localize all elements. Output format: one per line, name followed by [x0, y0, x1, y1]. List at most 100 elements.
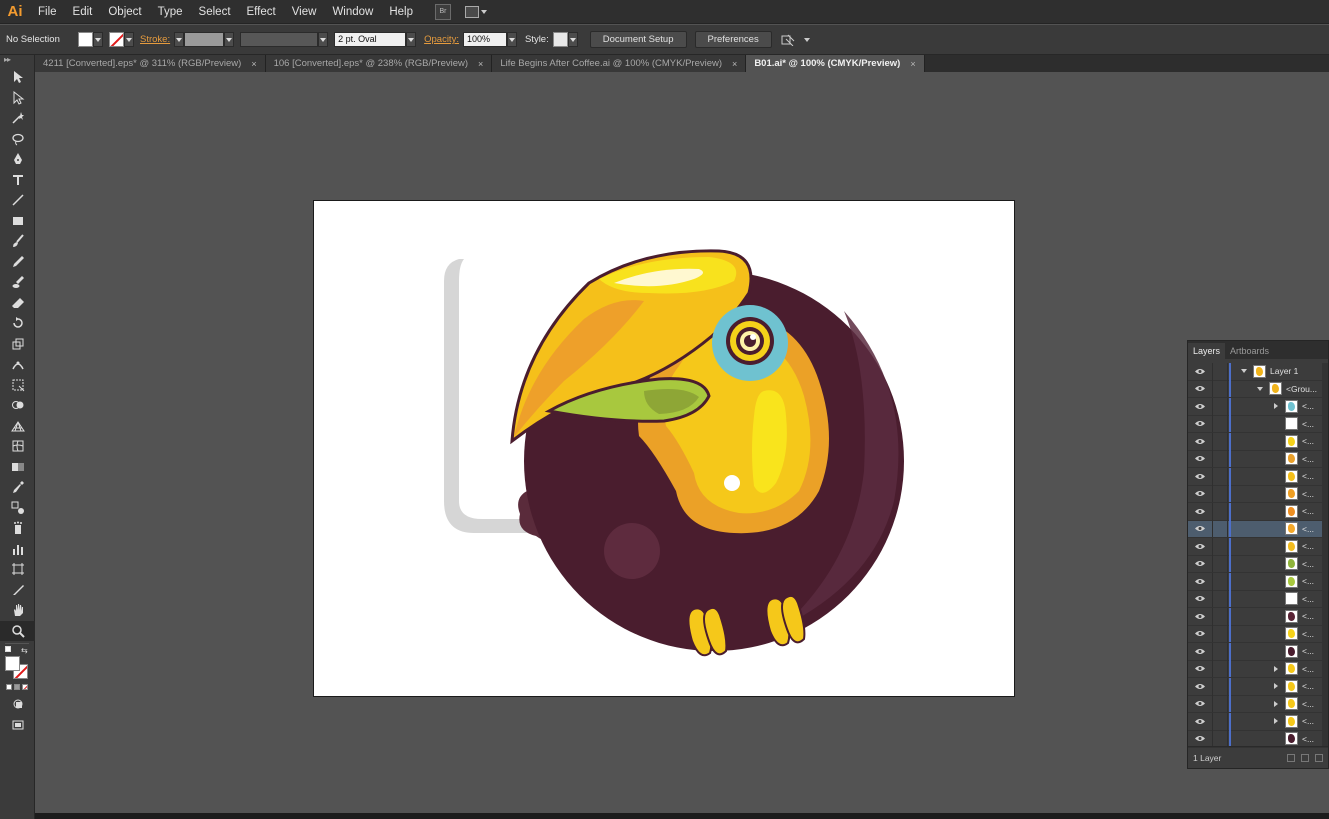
- visibility-eye-icon[interactable]: [1188, 595, 1212, 602]
- rotate-tool-button[interactable]: [0, 313, 35, 334]
- layer-row[interactable]: <...: [1188, 607, 1328, 626]
- visibility-eye-icon[interactable]: [1188, 490, 1212, 497]
- scale-tool-button[interactable]: [0, 334, 35, 355]
- gradient-tool-button[interactable]: [0, 457, 35, 478]
- layer-row[interactable]: <...: [1188, 397, 1328, 416]
- layer-row[interactable]: <...: [1188, 625, 1328, 643]
- menu-edit[interactable]: Edit: [65, 0, 101, 24]
- lock-toggle[interactable]: [1212, 362, 1228, 380]
- visibility-eye-icon[interactable]: [1188, 385, 1212, 392]
- visibility-eye-icon[interactable]: [1188, 578, 1212, 585]
- canvas-area[interactable]: [35, 72, 1329, 819]
- fill-dropdown[interactable]: [93, 32, 103, 47]
- isolate-mode-icon[interactable]: [780, 33, 796, 47]
- stroke-swatch[interactable]: [109, 32, 124, 47]
- blend-tool-button[interactable]: [0, 498, 35, 519]
- brush-definition-field[interactable]: 2 pt. Oval: [334, 32, 407, 47]
- opacity-dropdown[interactable]: [506, 32, 517, 47]
- visibility-eye-icon[interactable]: [1188, 455, 1212, 462]
- close-icon[interactable]: ×: [251, 59, 256, 69]
- chevron-right-icon[interactable]: [1271, 664, 1281, 674]
- visibility-eye-icon[interactable]: [1188, 420, 1212, 427]
- layer-row[interactable]: <...: [1188, 520, 1328, 538]
- preferences-button[interactable]: Preferences: [694, 31, 772, 48]
- direct-selection-tool-button[interactable]: [0, 88, 35, 109]
- menu-view[interactable]: View: [284, 0, 325, 24]
- panel-tab-layers[interactable]: Layers: [1188, 343, 1226, 359]
- eraser-tool-button[interactable]: [0, 293, 35, 314]
- layer-row[interactable]: <...: [1188, 695, 1328, 713]
- gradient-mode-icon[interactable]: [14, 684, 20, 690]
- stroke-label[interactable]: Stroke:: [140, 34, 170, 45]
- tools-panel-grip[interactable]: ▸▸: [0, 55, 34, 67]
- artboard[interactable]: [313, 200, 1015, 697]
- lock-toggle[interactable]: [1212, 502, 1228, 520]
- panel-menu-icon[interactable]: [800, 33, 814, 47]
- document-setup-button[interactable]: Document Setup: [589, 31, 687, 48]
- chevron-right-icon[interactable]: [1271, 681, 1281, 691]
- type-tool-button[interactable]: [0, 170, 35, 191]
- visibility-eye-icon[interactable]: [1188, 700, 1212, 707]
- lock-toggle[interactable]: [1212, 572, 1228, 590]
- free-transform-tool-button[interactable]: [0, 375, 35, 396]
- lock-toggle[interactable]: [1212, 607, 1228, 625]
- layer-row[interactable]: Layer 1: [1188, 362, 1328, 381]
- lock-toggle[interactable]: [1212, 555, 1228, 573]
- style-swatch[interactable]: [552, 32, 568, 47]
- draw-mode-button[interactable]: [0, 694, 35, 715]
- layer-row[interactable]: <...: [1188, 432, 1328, 451]
- menu-object[interactable]: Object: [100, 0, 149, 24]
- document-tab[interactable]: 4211 [Converted].eps* @ 311% (RGB/Previe…: [35, 55, 266, 72]
- layer-row[interactable]: <...: [1188, 677, 1328, 696]
- visibility-eye-icon[interactable]: [1188, 630, 1212, 637]
- visibility-eye-icon[interactable]: [1188, 560, 1212, 567]
- fill-stroke-widget[interactable]: ⇆: [0, 646, 35, 680]
- layer-row[interactable]: <...: [1188, 712, 1328, 731]
- rectangle-tool-button[interactable]: [0, 211, 35, 232]
- default-colors-icon[interactable]: [5, 646, 11, 652]
- lock-toggle[interactable]: [1212, 485, 1228, 503]
- lock-toggle[interactable]: [1212, 450, 1228, 468]
- layer-row[interactable]: <...: [1188, 485, 1328, 503]
- lock-toggle[interactable]: [1212, 677, 1228, 695]
- new-layer-icon[interactable]: [1301, 753, 1309, 762]
- stroke-dropdown[interactable]: [124, 32, 134, 47]
- visibility-eye-icon[interactable]: [1188, 403, 1212, 410]
- layer-row[interactable]: <...: [1188, 660, 1328, 678]
- magic-wand-tool-button[interactable]: [0, 108, 35, 129]
- lock-toggle[interactable]: [1212, 660, 1228, 678]
- variable-width-dropdown[interactable]: [318, 32, 329, 47]
- visibility-eye-icon[interactable]: [1188, 665, 1212, 672]
- visibility-eye-icon[interactable]: [1188, 543, 1212, 550]
- visibility-eye-icon[interactable]: [1188, 613, 1212, 620]
- layers-scrollbar[interactable]: [1322, 363, 1328, 748]
- layer-row[interactable]: <...: [1188, 572, 1328, 591]
- hand-tool-button[interactable]: [0, 600, 35, 621]
- document-tab[interactable]: B01.ai* @ 100% (CMYK/Preview) ×: [746, 55, 925, 72]
- paintbrush-tool-button[interactable]: [0, 231, 35, 252]
- visibility-eye-icon[interactable]: [1188, 438, 1212, 445]
- lock-toggle[interactable]: [1212, 642, 1228, 660]
- width-tool-button[interactable]: [0, 354, 35, 375]
- chevron-right-icon[interactable]: [1271, 401, 1281, 411]
- lock-toggle[interactable]: [1212, 730, 1228, 748]
- document-tab[interactable]: 106 [Converted].eps* @ 238% (RGB/Preview…: [265, 55, 493, 72]
- lock-toggle[interactable]: [1212, 537, 1228, 555]
- pencil-tool-button[interactable]: [0, 252, 35, 273]
- opacity-field[interactable]: 100%: [462, 32, 507, 47]
- close-icon[interactable]: ×: [478, 59, 483, 69]
- delete-layer-icon[interactable]: [1315, 753, 1323, 762]
- zoom-tool-button[interactable]: [0, 620, 35, 641]
- chevron-down-icon[interactable]: [1239, 366, 1249, 376]
- style-dropdown[interactable]: [567, 32, 578, 47]
- stroke-weight-dropdown[interactable]: [224, 32, 235, 47]
- lock-toggle[interactable]: [1212, 625, 1228, 643]
- pen-tool-button[interactable]: [0, 149, 35, 170]
- eyedropper-tool-button[interactable]: [0, 477, 35, 498]
- close-icon[interactable]: ×: [910, 59, 915, 69]
- chevron-right-icon[interactable]: [1271, 716, 1281, 726]
- color-mode-icon[interactable]: [6, 684, 12, 690]
- close-icon[interactable]: ×: [732, 59, 737, 69]
- layer-row[interactable]: <...: [1188, 502, 1328, 521]
- visibility-eye-icon[interactable]: [1188, 648, 1212, 655]
